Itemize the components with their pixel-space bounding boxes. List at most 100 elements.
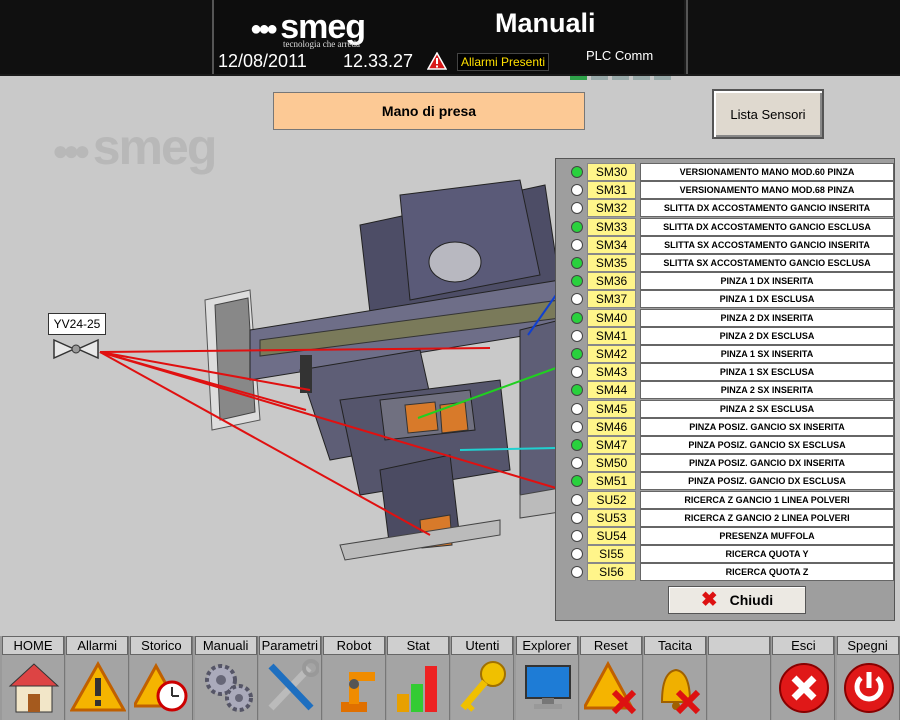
sensor-led-icon: [571, 420, 583, 433]
warning-icon: [70, 660, 127, 712]
sensor-code: SM30: [587, 163, 636, 181]
sensor-code: SM37: [587, 290, 636, 309]
sensor-description: PINZA 1 DX ESCLUSA: [640, 290, 894, 309]
close-button[interactable]: ✖ Chiudi: [668, 586, 806, 614]
nav-stat-button[interactable]: Stat: [387, 636, 451, 720]
sensor-list-button[interactable]: Lista Sensori: [712, 89, 824, 139]
plc-comm-indicator: [570, 67, 675, 85]
sensor-led-icon: [571, 348, 583, 360]
reset-warning-icon: [583, 660, 636, 715]
sensor-led-icon: [571, 439, 583, 451]
sensor-row: SM51 PINZA POSIZ. GANCIO DX ESCLUSA: [566, 472, 894, 491]
plc-bar: [654, 76, 671, 80]
sensor-code: SM46: [587, 417, 636, 436]
sensor-description: PINZA 2 SX ESCLUSA: [640, 399, 894, 418]
nav-label: Esci: [772, 636, 835, 655]
sensor-code: SM40: [587, 308, 636, 327]
close-label: Chiudi: [729, 592, 774, 608]
nav-tacita-button[interactable]: Tacita: [644, 636, 707, 720]
time-display: 12.33.27: [343, 51, 414, 71]
nav-storico-button[interactable]: Storico: [130, 636, 194, 720]
close-icon: ✖: [700, 589, 718, 611]
robot-icon: [341, 672, 375, 712]
nav-reset-button[interactable]: Reset: [579, 636, 643, 720]
nav-spegni-button[interactable]: Spegni: [836, 636, 900, 720]
sensor-row: SM46 PINZA POSIZ. GANCIO SX INSERITA: [566, 417, 894, 436]
sensor-description: VERSIONAMENTO MANO MOD.68 PINZA: [640, 181, 894, 200]
sensor-row: SM35 SLITTA SX ACCOSTAMENTO GANCIO ESCLUS…: [566, 254, 894, 272]
nav-utenti-button[interactable]: Utenti: [451, 636, 515, 720]
sensor-description: PINZA 2 SX INSERITA: [640, 381, 894, 400]
alarm-status[interactable]: Allarmi Presenti: [457, 53, 550, 71]
sensor-led-icon: [571, 329, 583, 342]
section-title: Mano di presa: [273, 92, 585, 130]
nav-label: Storico: [130, 636, 193, 655]
sensor-led-icon: [571, 402, 583, 415]
sensor-row: SU53 RICERCA Z GANCIO 2 LINEA POLVERI: [566, 508, 894, 527]
sensor-code: SM32: [587, 199, 636, 218]
sensor-description: PINZA POSIZ. GANCIO SX ESCLUSA: [640, 436, 894, 454]
nav-label: [708, 636, 771, 655]
top-bar: [0, 0, 900, 76]
nav-label: Parametri: [258, 636, 321, 655]
sensor-description: VERSIONAMENTO MANO MOD.60 PINZA: [640, 163, 894, 181]
plc-bar: [612, 76, 629, 80]
sensor-led-icon: [571, 548, 583, 561]
nav-parametri-button[interactable]: Parametri: [258, 636, 322, 720]
nav-manuali-button[interactable]: Manuali: [194, 636, 258, 720]
sensor-code: SM41: [587, 326, 636, 345]
plc-comm-label: PLC Comm: [586, 48, 654, 63]
valve-label: YV24-25: [48, 313, 106, 335]
bell-off-icon: [660, 668, 701, 715]
bottom-nav-bar: HOME Allarmi Storico Manuali Parametri Robot S…: [0, 636, 900, 720]
sensor-code: SM35: [587, 254, 636, 272]
bar-chart-icon: [397, 666, 438, 712]
valve-icon[interactable]: [52, 336, 100, 362]
power-icon: [843, 663, 894, 713]
nav-robot-button[interactable]: Robot: [323, 636, 386, 720]
sensor-panel: ✖ Chiudi SM30 VERSIONAMENTO MANO MOD.60 P…: [555, 158, 895, 621]
sensor-led-icon: [571, 530, 583, 542]
sensor-row: SM33 SLITTA DX ACCOSTAMENTO GANCIO ESCLUS…: [566, 217, 894, 236]
sensor-description: RICERCA Z GANCIO 1 LINEA POLVERI: [640, 490, 894, 509]
monitor-icon: [524, 665, 571, 709]
nav-label: Spegni: [836, 636, 899, 655]
date-display: 12/08/2011: [218, 51, 307, 71]
sensor-description: PINZA POSIZ. GANCIO DX ESCLUSA: [640, 472, 894, 491]
sensor-row: SM32 SLITTA DX ACCOSTAMENTO GANCIO INSERI…: [566, 199, 894, 218]
nav-allarmi-button[interactable]: Allarmi: [66, 636, 130, 720]
brand-tagline: tecnologia che arreda: [283, 39, 360, 49]
nav-explorer-button[interactable]: Explorer: [515, 636, 579, 720]
nav-label: Stat: [387, 636, 450, 655]
page-title: Manuali: [495, 8, 596, 38]
sensor-code: SM42: [587, 345, 636, 363]
plc-bar: [633, 76, 650, 80]
sensor-led-icon: [571, 166, 583, 178]
sensor-code: SM44: [587, 381, 636, 400]
sensor-row: SM31 VERSIONAMENTO MANO MOD.68 PINZA: [566, 181, 894, 200]
sensor-description: PINZA 2 DX ESCLUSA: [640, 326, 894, 345]
top-left-panel: [0, 0, 214, 74]
sensor-code: SI55: [587, 545, 636, 564]
home-icon: [8, 663, 60, 713]
sensor-description: PRESENZA MUFFOLA: [640, 527, 894, 545]
sensor-led-icon: [571, 293, 583, 306]
gears-icon: [204, 664, 253, 712]
sensor-row: SM45 PINZA 2 SX ESCLUSA: [566, 399, 894, 418]
sensor-row: SI56 RICERCA QUOTA Z: [566, 563, 894, 582]
sensor-row: SU52 RICERCA Z GANCIO 1 LINEA POLVERI: [566, 490, 894, 509]
sensor-led-icon: [571, 384, 583, 397]
sensor-code: SU52: [587, 490, 636, 509]
sensor-row: SM44 PINZA 2 SX INSERITA: [566, 381, 894, 400]
nav-home-button[interactable]: HOME: [2, 636, 65, 720]
sensor-led-icon: [571, 511, 583, 524]
sensor-code: SM50: [587, 454, 636, 473]
nav-esci-button[interactable]: Esci: [772, 636, 836, 720]
sensor-led-icon: [571, 311, 583, 324]
sensor-row: SM41 PINZA 2 DX ESCLUSA: [566, 326, 894, 345]
sensor-led-icon: [571, 493, 583, 506]
sensor-led-icon: [571, 475, 583, 488]
sensor-row: SM37 PINZA 1 DX ESCLUSA: [566, 290, 894, 309]
sensor-description: PINZA POSIZ. GANCIO DX INSERITA: [640, 454, 894, 473]
sensor-row: SM43 PINZA 1 SX ESCLUSA: [566, 363, 894, 382]
